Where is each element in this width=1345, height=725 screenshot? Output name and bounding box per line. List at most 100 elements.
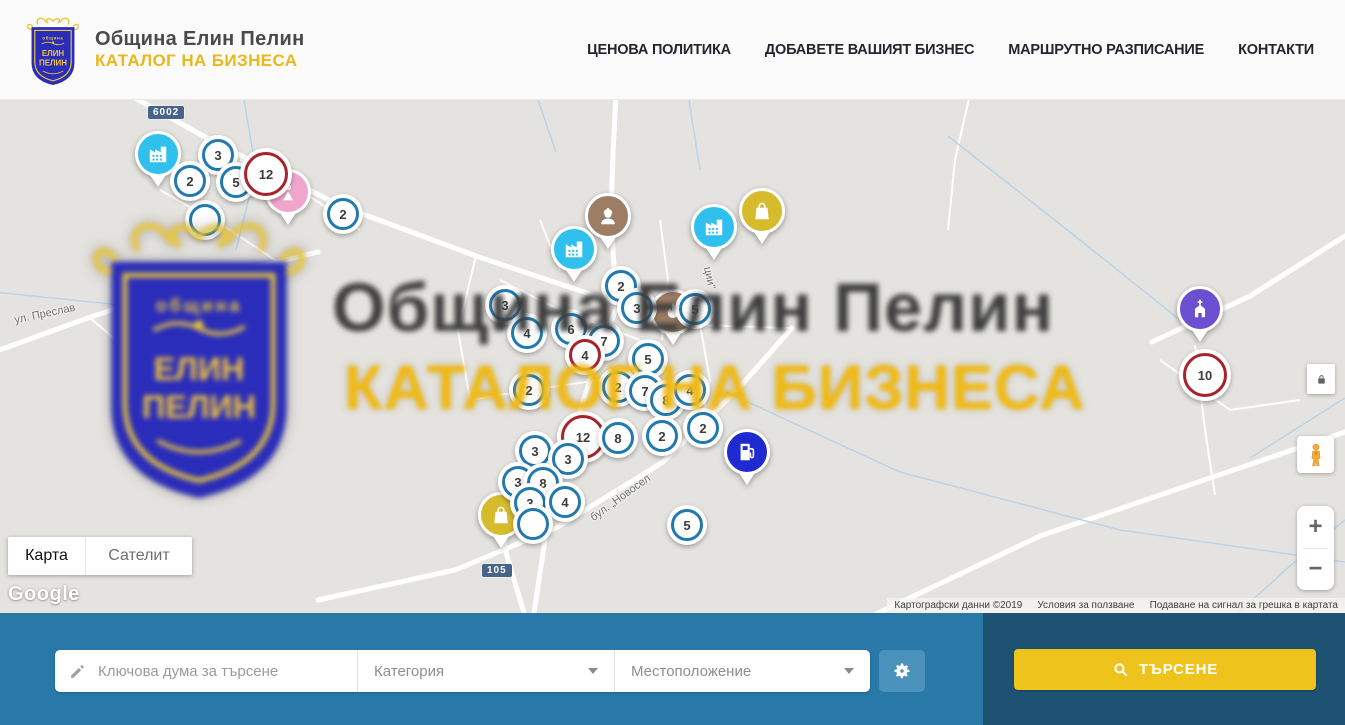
cluster-count: 6 [567,322,574,337]
nav-route-schedule[interactable]: МАРШРУТНО РАЗПИСАНИЕ [1008,42,1204,58]
cluster-count: 4 [523,326,530,341]
svg-text:ПЕЛИН: ПЕЛИН [39,58,67,67]
factory-icon [691,204,737,250]
map-pin-factory[interactable] [691,204,737,264]
cluster-marker[interactable] [513,504,553,544]
zoom-control: + − [1297,506,1334,590]
google-logo[interactable]: Google [8,583,80,606]
svg-text:ЕЛИН: ЕЛИН [42,49,65,58]
cluster-marker[interactable]: 12 [240,148,292,200]
map-canvas[interactable]: 6002105ул. Преславбул. „Новоселции" [0,100,1345,613]
cluster-count: 3 [214,148,221,163]
cluster-count: 3 [501,298,508,313]
cluster-marker[interactable]: 2 [323,194,363,234]
cluster-count: 2 [186,174,193,189]
cluster-count: 2 [339,207,346,222]
header: община ЕЛИН ПЕЛИН Община Елин Пелин КАТА… [0,0,1345,100]
keyword-input[interactable] [96,662,343,681]
church-icon [1177,286,1223,332]
cluster-marker[interactable]: 4 [565,335,605,375]
cluster-count: 3 [564,452,571,467]
cluster-count: 2 [614,380,621,395]
location-select[interactable]: Местоположение [614,650,870,692]
map-pin-factory[interactable] [551,226,597,286]
cluster-count: 4 [561,495,568,510]
chevron-down-icon [844,668,854,674]
svg-text:община: община [42,34,63,40]
nav-pricing[interactable]: ЦЕНОВА ПОЛИТИКА [587,42,731,58]
map-markers: 3 2 5 12 2 3 2 3 5 6 4 7 [0,100,1345,613]
terms-link[interactable]: Условия за ползване [1037,600,1134,611]
cluster-count: 5 [683,518,690,533]
pegman-icon [1305,443,1327,467]
keyword-field[interactable] [55,650,358,692]
cluster-count: 3 [531,444,538,459]
search-submit-button[interactable]: ТЪРСЕНЕ [1014,649,1316,690]
map-pin-church[interactable] [1177,286,1223,346]
cluster-ring [517,508,549,540]
cluster-marker[interactable]: 4 [670,370,710,410]
site-subtitle: КАТАЛОГ НА БИЗНЕСА [95,51,305,71]
cluster-marker[interactable]: 10 [1179,349,1231,401]
lock-button[interactable] [1307,364,1335,394]
cluster-marker[interactable]: 3 [617,288,657,328]
report-error-link[interactable]: Подаване на сигнал за грешка в картата [1150,600,1338,611]
pencil-icon [69,663,86,680]
search-icon [1112,661,1129,678]
cluster-count: 2 [525,383,532,398]
cluster-marker[interactable]: 5 [675,289,715,329]
map-type-map-button[interactable]: Карта [8,537,86,575]
bag-icon [739,188,785,234]
lock-icon [1315,373,1328,386]
cluster-count: 5 [644,352,651,367]
site-logo[interactable]: община ЕЛИН ПЕЛИН Община Елин Пелин КАТА… [25,15,305,85]
advanced-settings-button[interactable] [879,650,925,692]
cluster-marker[interactable]: 2 [683,408,723,448]
cluster-ring [189,204,221,236]
nav-contacts[interactable]: КОНТАКТИ [1238,42,1314,58]
cluster-count: 4 [686,383,693,398]
municipality-crest-icon: община ЕЛИН ПЕЛИН [25,15,81,85]
map-type-satellite-button[interactable]: Сателит [86,537,192,575]
cluster-count: 2 [699,421,706,436]
map-type-control: Карта Сателит [8,537,192,575]
cluster-count: 5 [691,302,698,317]
map-attribution: Картографски данни ©2019 Условия за полз… [887,598,1345,613]
cluster-count: 8 [614,431,621,446]
cluster-count: 2 [658,429,665,444]
cluster-count: 12 [259,167,273,182]
cluster-marker[interactable] [185,200,225,240]
zoom-in-button[interactable]: + [1297,506,1334,548]
cluster-count: 2 [617,279,624,294]
cluster-count: 10 [1198,368,1212,383]
cluster-count: 8 [662,393,669,408]
category-select[interactable]: Категория [358,650,614,692]
map-pin-bag[interactable] [739,188,785,248]
attribution-copyright: Картографски данни ©2019 [894,600,1022,611]
site-title: Община Елин Пелин [95,28,305,51]
cluster-marker[interactable]: 8 [598,418,638,458]
zoom-out-button[interactable]: − [1297,549,1334,591]
cluster-marker[interactable]: 2 [642,416,682,456]
gear-icon [892,661,912,681]
search-fields: Категория Местоположение [55,650,870,692]
fuel-icon [724,429,770,475]
cluster-marker[interactable]: 2 [170,161,210,201]
brand-text: Община Елин Пелин КАТАЛОГ НА БИЗНЕСА [95,28,305,71]
cluster-marker[interactable]: 4 [507,313,547,353]
chevron-down-icon [588,668,598,674]
cluster-count: 4 [581,348,588,363]
map-pin-fuel[interactable] [724,429,770,489]
main-nav: ЦЕНОВА ПОЛИТИКА ДОБАВЕТЕ ВАШИЯТ БИЗНЕС М… [587,42,1314,58]
search-bar: Категория Местоположение ТЪРСЕНЕ [0,613,1345,725]
location-label: Местоположение [631,663,751,680]
cluster-marker[interactable]: 5 [667,505,707,545]
category-label: Категория [374,663,444,680]
cluster-count: 5 [232,175,239,190]
street-view-pegman[interactable] [1297,436,1334,473]
cluster-count: 3 [633,301,640,316]
search-button-label: ТЪРСЕНЕ [1139,661,1218,678]
factory-icon [551,226,597,272]
cluster-marker[interactable]: 2 [509,370,549,410]
nav-add-business[interactable]: ДОБАВЕТЕ ВАШИЯТ БИЗНЕС [765,42,974,58]
